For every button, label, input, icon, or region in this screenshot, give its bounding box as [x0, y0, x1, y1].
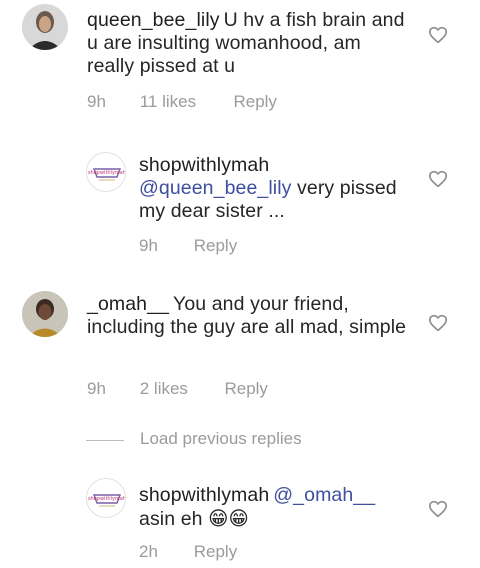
mention-link[interactable]: @_omah__ [273, 484, 375, 506]
svg-text:shopwithlymah: shopwithlymah [88, 170, 126, 176]
reply-button[interactable]: Reply [194, 542, 237, 562]
avatar[interactable] [22, 291, 68, 337]
likes-count[interactable]: 2 likes [140, 379, 220, 399]
heart-icon[interactable] [428, 26, 448, 44]
comment-meta: 9h 2 likes Reply [87, 379, 268, 399]
heart-icon[interactable] [428, 314, 448, 332]
reply-shopwithlymah-2: shopwithlymah shopwithlymah @_omah__ asin … [0, 470, 480, 568]
avatar[interactable] [22, 4, 68, 50]
comment-meta: 2h Reply [139, 542, 237, 562]
divider-line [86, 440, 124, 441]
username[interactable]: shopwithlymah [139, 484, 269, 506]
comment-queen-bee-lily: queen_bee_lily U hv a fish brain and u ar… [0, 0, 480, 120]
mention-link[interactable]: @queen_bee_lily [139, 177, 292, 199]
comment-text: _omah__ You and your friend, including th… [87, 293, 417, 339]
username[interactable]: queen_bee_lily [87, 9, 220, 31]
reply-button[interactable]: Reply [224, 379, 267, 399]
likes-count[interactable]: 11 likes [140, 92, 229, 112]
comment-body: asin eh [139, 508, 203, 530]
timestamp: 2h [139, 542, 158, 561]
comment-text: queen_bee_lily U hv a fish brain and u ar… [87, 9, 409, 78]
timestamp: 9h [87, 92, 106, 111]
heart-icon[interactable] [428, 170, 448, 188]
timestamp: 9h [87, 379, 106, 398]
avatar[interactable]: shopwithlymah [86, 478, 126, 518]
username[interactable]: _omah__ [87, 293, 169, 315]
load-previous-replies[interactable]: Load previous replies [86, 429, 346, 453]
load-previous-label[interactable]: Load previous replies [140, 429, 302, 449]
comment-meta: 9h Reply [139, 236, 237, 256]
reply-shopwithlymah-1: shopwithlymah shopwithlymah @queen_bee_li… [0, 140, 480, 260]
svg-text:shopwithlymah: shopwithlymah [88, 496, 126, 502]
comment-text: shopwithlymah @queen_bee_lily very pissed… [139, 154, 414, 223]
grin-emoji-icon: 😁😁 [208, 507, 249, 530]
avatar[interactable]: shopwithlymah [86, 152, 126, 192]
comment-text: shopwithlymah @_omah__asin eh 😁😁 [139, 484, 414, 531]
username[interactable]: shopwithlymah [139, 154, 269, 176]
timestamp: 9h [139, 236, 158, 255]
comment-omah: _omah__ You and your friend, including th… [0, 285, 480, 410]
heart-icon[interactable] [428, 500, 448, 518]
reply-button[interactable]: Reply [194, 236, 237, 256]
comment-meta: 9h 11 likes Reply [87, 92, 277, 112]
reply-button[interactable]: Reply [233, 92, 276, 112]
